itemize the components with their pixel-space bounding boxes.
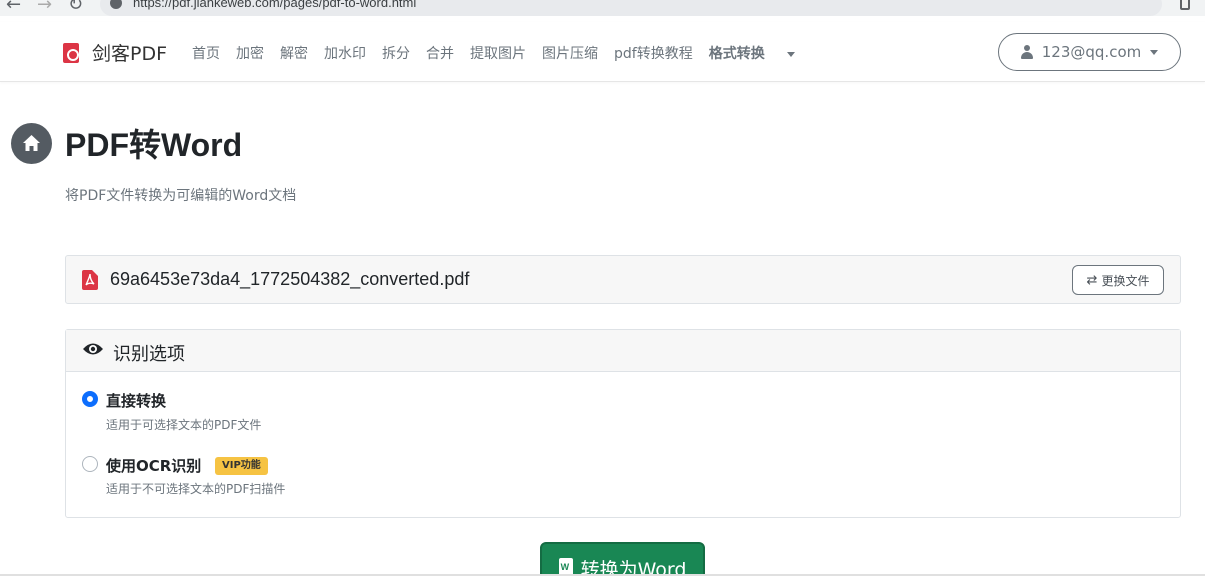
- extension-icon[interactable]: [1180, 0, 1190, 10]
- options-header: 识别选项: [66, 330, 1180, 372]
- selected-file-card: 69a6453e73da4_1772504382_converted.pdf ⇄…: [65, 255, 1181, 304]
- menu-item-tutorial[interactable]: pdf转换教程: [614, 43, 693, 63]
- user-icon: [1020, 45, 1033, 59]
- options-title: 识别选项: [113, 344, 185, 365]
- menu-item-split[interactable]: 拆分: [382, 43, 410, 63]
- change-file-button[interactable]: ⇄ 更换文件: [1072, 265, 1164, 295]
- caret-down-icon: [1150, 49, 1159, 55]
- vip-badge: VIP功能: [215, 457, 268, 475]
- ocr-desc: 适用于不可选择文本的PDF扫描件: [106, 482, 286, 496]
- menu-item-watermark[interactable]: 加水印: [324, 43, 366, 63]
- reload-icon[interactable]: ↻: [68, 0, 83, 14]
- user-menu-button[interactable]: 123@qq.com: [998, 33, 1181, 71]
- page-title: PDF转Word: [65, 127, 243, 163]
- brand-name: 剑客PDF: [92, 43, 168, 65]
- direct-convert-radio[interactable]: [82, 391, 98, 407]
- home-icon: [23, 135, 40, 151]
- browser-toolbar: ← → ↻ https://pdf.jiankeweb.com/pages/pd…: [0, 0, 1205, 16]
- ocr-label[interactable]: 使用OCR识别: [106, 455, 201, 476]
- back-icon[interactable]: ←: [6, 0, 21, 14]
- menu-item-format-convert[interactable]: 格式转换: [709, 43, 811, 63]
- direct-convert-label[interactable]: 直接转换: [106, 390, 166, 411]
- caret-down-icon: [786, 51, 795, 57]
- menu-item-encrypt[interactable]: 加密: [236, 43, 264, 63]
- menu-item-decrypt[interactable]: 解密: [280, 43, 308, 63]
- convert-to-word-button[interactable]: 转换为Word: [540, 542, 705, 576]
- menu-item-compress-images[interactable]: 图片压缩: [542, 43, 598, 63]
- user-email: 123@qq.com: [1041, 43, 1142, 61]
- direct-convert-desc: 适用于可选择文本的PDF文件: [106, 418, 262, 432]
- page-subtitle: 将PDF文件转换为可编辑的Word文档: [65, 188, 297, 204]
- recognition-options-card: 识别选项 直接转换 适用于可选择文本的PDF文件 使用OCR识别 VIP功能 适…: [65, 329, 1181, 518]
- convert-label: 转换为Word: [580, 559, 687, 576]
- pdf-file-icon: [82, 270, 98, 290]
- change-file-label: 更换文件: [1101, 273, 1150, 288]
- forward-icon[interactable]: →: [37, 0, 52, 14]
- menu-item-home[interactable]: 首页: [192, 43, 220, 63]
- home-button[interactable]: [11, 123, 52, 164]
- app-navbar: 剑客PDF 首页 加密 解密 加水印 拆分 合并 提取图片 图片压缩 pdf转换…: [0, 22, 1205, 82]
- ocr-radio[interactable]: [82, 456, 98, 472]
- url-text[interactable]: https://pdf.jiankeweb.com/pages/pdf-to-w…: [133, 0, 416, 10]
- swap-icon: ⇄: [1086, 272, 1098, 288]
- main-menu: 首页 加密 解密 加水印 拆分 合并 提取图片 图片压缩 pdf转换教程 格式转…: [192, 43, 827, 63]
- eye-icon: [83, 343, 103, 355]
- brand-logo[interactable]: 剑客PDF: [63, 39, 167, 66]
- pdf-logo-icon: [63, 42, 79, 63]
- menu-item-merge[interactable]: 合并: [426, 43, 454, 63]
- format-convert-label: 格式转换: [708, 46, 765, 62]
- file-name: 69a6453e73da4_1772504382_converted.pdf: [110, 269, 470, 289]
- menu-item-extract-images[interactable]: 提取图片: [470, 43, 526, 63]
